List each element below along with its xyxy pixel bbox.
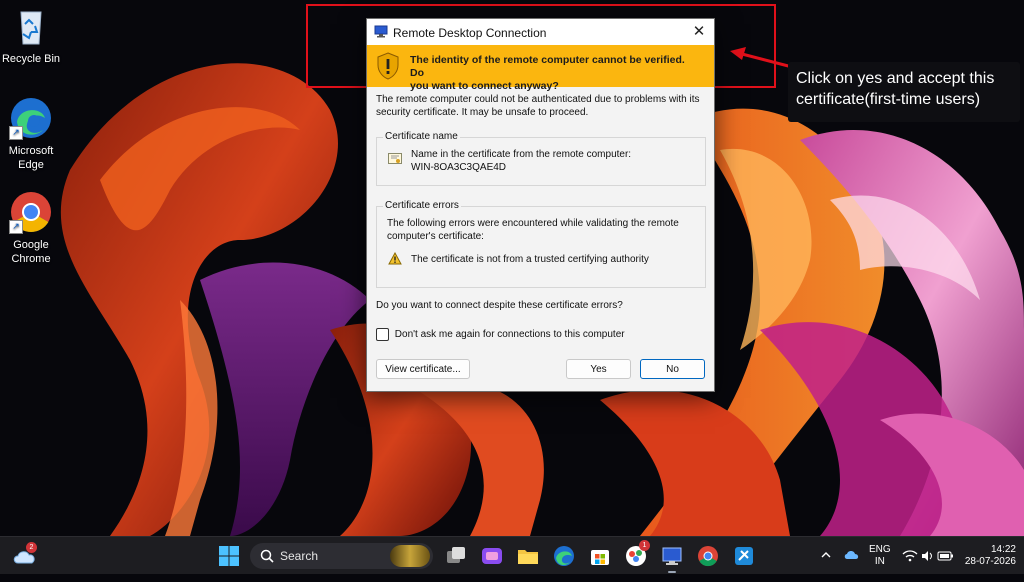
close-button[interactable]: ✕ (688, 21, 710, 43)
task-view-icon (447, 547, 465, 563)
start-button[interactable] (217, 544, 241, 568)
desktop-icon-label: Google (13, 239, 49, 251)
task-view-button[interactable] (444, 544, 468, 568)
connect-question: Do you want to connect despite these cer… (376, 300, 623, 311)
close-icon: ✕ (692, 23, 706, 40)
desktop-icon-label: Recycle Bin (1, 53, 61, 65)
warning-message: The identity of the remote computer cann… (410, 54, 700, 93)
desktop-icon-label: Microsoft (8, 145, 54, 157)
dont-ask-again-checkbox-row[interactable]: Don't ask me again for connections to th… (376, 328, 625, 341)
weather-widget[interactable]: 2 (12, 542, 40, 567)
search-highlight-image (390, 545, 430, 567)
windows-logo-icon (219, 546, 239, 566)
clock[interactable]: 14:22 28-07-2026 (958, 544, 1016, 582)
errors-text-line: The following errors were encountered wh… (387, 218, 679, 229)
taskbar-file-explorer[interactable] (516, 544, 540, 568)
annotation-callout: Click on yes and accept this certificate… (788, 62, 1020, 122)
chevron-up-icon (821, 552, 831, 558)
certificate-name-value: WIN-8OA3C3QAE4D (411, 162, 507, 173)
language-region: IN (874, 556, 885, 567)
annotation-text-line: Click on yes and accept this (796, 70, 995, 87)
group-title: Certificate name (383, 131, 460, 142)
warning-shield-icon (377, 52, 399, 80)
chrome-icon (698, 546, 718, 567)
group-title: Certificate errors (383, 200, 461, 211)
dialog-titlebar[interactable]: Remote Desktop Connection ✕ (367, 19, 714, 45)
desktop-icon-google-chrome[interactable]: ↗ Google Chrome (0, 190, 66, 266)
checkbox-label: Don't ask me again for connections to th… (394, 329, 625, 341)
desktop-icon-label: Chrome (11, 253, 51, 265)
desktop-icon-microsoft-edge[interactable]: ↗ Microsoft Edge (0, 96, 66, 172)
status-icons (902, 550, 953, 562)
intro-text: The remote computer could not be authent… (376, 94, 706, 119)
remote-desktop-dialog: Remote Desktop Connection ✕ The identity… (366, 18, 715, 392)
wifi-icon (902, 550, 918, 562)
edge-icon (554, 546, 574, 566)
view-certificate-button[interactable]: View certificate... (376, 359, 470, 379)
snipping-tool-icon (735, 547, 753, 565)
cloud-icon (844, 551, 859, 559)
certificate-errors-text: The following errors were encountered wh… (387, 217, 697, 243)
certificate-icon (388, 153, 402, 164)
yes-button[interactable]: Yes (566, 359, 631, 379)
remote-desktop-icon (662, 547, 682, 565)
active-app-indicator (668, 571, 676, 573)
intro-text-line: security certificate. It may be unsafe t… (376, 106, 589, 118)
taskbar-app-copilot[interactable] (480, 544, 504, 568)
certificate-name-group: Certificate name Name in the certificate… (376, 131, 706, 186)
dont-ask-again-checkbox[interactable] (376, 328, 389, 341)
annotation-text-line: certificate(first-time users) (796, 91, 981, 108)
notification-badge: 2 (26, 542, 37, 553)
taskbar-search[interactable]: Search (250, 543, 433, 569)
warning-triangle-icon (388, 252, 402, 265)
clock-date: 28-07-2026 (964, 556, 1016, 567)
edge-icon: ↗ (9, 96, 53, 140)
show-hidden-icons-button[interactable] (820, 549, 832, 563)
search-icon (260, 549, 274, 563)
taskbar-edge[interactable] (552, 544, 576, 568)
certificate-errors-group: Certificate errors The following errors … (376, 200, 706, 288)
shortcut-arrow-icon: ↗ (9, 126, 23, 140)
store-icon (591, 550, 609, 565)
taskbar-store[interactable] (588, 544, 612, 568)
onedrive-tray[interactable] (844, 548, 860, 562)
network-volume-battery[interactable] (902, 548, 954, 564)
battery-icon (937, 551, 953, 561)
taskbar: 2 Search 1 ENG IN 14:22 28-07-2026 (0, 536, 1024, 574)
shortcut-arrow-icon: ↗ (9, 220, 23, 234)
recycle-bin-icon (9, 4, 53, 48)
certificate-name-text: Name in the certificate from the remote … (411, 148, 631, 174)
search-label: Search (280, 549, 319, 563)
certificate-error-item: The certificate is not from a trusted ce… (411, 254, 649, 265)
warning-text-line: you want to connect anyway? (410, 80, 559, 92)
app-icon (482, 548, 502, 564)
folder-icon (518, 550, 538, 564)
taskbar-remote-desktop[interactable] (660, 544, 684, 568)
language-code: ENG (869, 544, 891, 555)
taskbar-snipping-tool[interactable] (732, 544, 756, 568)
chrome-icon: ↗ (9, 190, 53, 234)
intro-text-line: The remote computer could not be authent… (376, 94, 700, 105)
dialog-title: Remote Desktop Connection (393, 26, 547, 40)
volume-icon (922, 551, 932, 561)
certificate-name-label: Name in the certificate from the remote … (411, 149, 632, 160)
taskbar-chrome[interactable] (696, 544, 720, 568)
remote-desktop-icon (374, 25, 388, 38)
warning-text-line: The identity of the remote computer cann… (410, 54, 685, 79)
desktop-icon-recycle-bin[interactable]: Recycle Bin (0, 4, 66, 66)
taskbar-app-chat[interactable]: 1 (624, 540, 650, 568)
warning-banner: The identity of the remote computer cann… (367, 45, 714, 92)
clock-time: 14:22 (990, 544, 1016, 555)
no-button[interactable]: No (640, 359, 705, 379)
errors-text-line: computer's certificate: (387, 231, 484, 242)
notification-badge: 1 (639, 540, 650, 551)
language-indicator[interactable]: ENG IN (869, 544, 891, 582)
desktop-icon-label: Edge (18, 159, 44, 171)
